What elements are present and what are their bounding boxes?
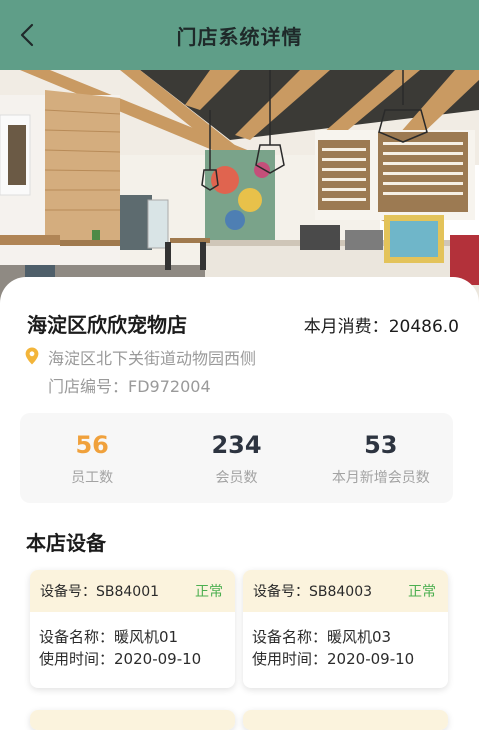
store-photo [0,70,479,305]
device-time-label: 使用时间： [252,650,328,668]
location-pin-icon [25,347,39,365]
stat-members: 234 会员数 [164,413,308,503]
device-card-header: 设备号：SB84001 正常 [30,570,235,612]
devices-section-title: 本店设备 [26,531,106,555]
device-name-label: 设备名称： [252,628,328,646]
back-button[interactable] [14,21,42,49]
store-code: 门店编号：FD972004 [48,373,211,397]
stat-label: 会员数 [215,470,258,486]
store-name: 海淀区欣欣宠物店 [27,313,187,337]
store-code-value: FD972004 [128,377,211,396]
device-card[interactable]: 设备号：SB84003 正常 设备名称：暖风机03 使用时间：2020-09-1… [243,570,448,688]
monthly-consumption-value: 20486.0 [388,317,459,337]
device-name: 设备名称：暖风机01 [39,626,235,648]
device-card-header [243,710,448,730]
device-id-value: SB84003 [309,584,373,600]
device-status-badge: 正常 [195,584,223,600]
store-code-label: 门店编号： [48,377,129,396]
device-time-value: 2020-09-10 [114,650,202,668]
store-address: 海淀区北下关街道动物园西侧 [48,349,257,368]
device-card[interactable]: 设备号：SB84001 正常 设备名称：暖风机01 使用时间：2020-09-1… [30,570,235,688]
app-header: 门店系统详情 [0,0,479,70]
chevron-left-icon [20,23,34,47]
device-name-value: 暖风机01 [114,628,179,646]
device-name-value: 暖风机03 [327,628,392,646]
stat-value: 234 [211,431,262,459]
stat-value: 56 [75,431,109,459]
monthly-consumption-label: 本月消费： [303,317,389,337]
device-card-body: 设备名称：暖风机03 使用时间：2020-09-10 [243,612,448,670]
stat-new-members: 53 本月新增会员数 [309,413,453,503]
device-card-partial[interactable] [30,710,235,730]
device-card-partial[interactable] [243,710,448,730]
device-card-header [30,710,235,730]
device-card-body: 设备名称：暖风机01 使用时间：2020-09-10 [30,612,235,670]
store-info-card: 海淀区欣欣宠物店 本月消费：20486.0 海淀区北下关街道动物园西侧 门店编号… [0,277,479,730]
monthly-consumption: 本月消费：20486.0 [304,312,459,337]
device-id-value: SB84001 [96,584,160,600]
device-card-header: 设备号：SB84003 正常 [243,570,448,612]
device-time-value: 2020-09-10 [327,650,415,668]
device-id-label: 设备号： [253,584,309,600]
device-time-label: 使用时间： [39,650,115,668]
device-id-label: 设备号： [40,584,96,600]
stat-label: 员工数 [71,470,114,486]
stat-label: 本月新增会员数 [331,470,430,486]
stats-panel: 56 员工数 234 会员数 53 本月新增会员数 [20,413,453,503]
stat-employees: 56 员工数 [20,413,164,503]
device-usage-time: 使用时间：2020-09-10 [252,648,448,670]
device-id: 设备号：SB84001 [40,581,159,601]
device-status-badge: 正常 [408,584,436,600]
device-name: 设备名称：暖风机03 [252,626,448,648]
device-usage-time: 使用时间：2020-09-10 [39,648,235,670]
device-id: 设备号：SB84003 [253,581,372,601]
stat-value: 53 [364,431,398,459]
device-name-label: 设备名称： [39,628,115,646]
page-title: 门店系统详情 [176,24,303,49]
